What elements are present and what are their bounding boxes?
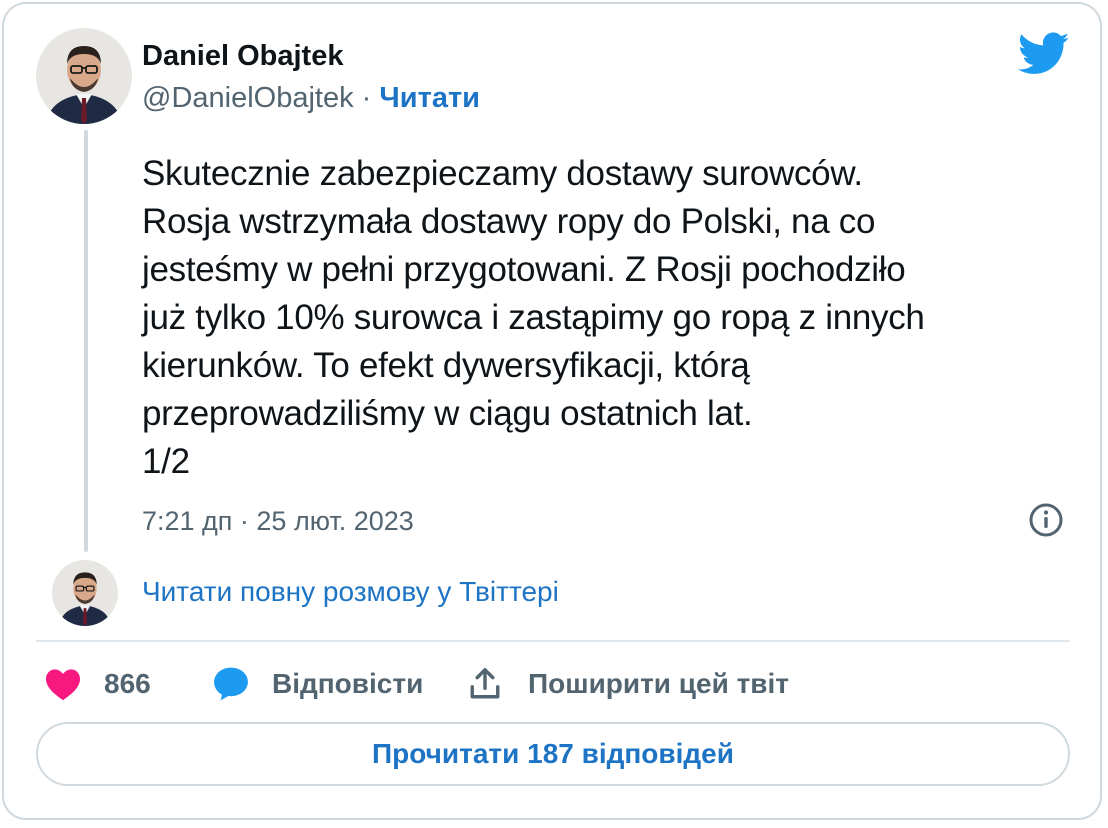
author-name[interactable]: Daniel Obajtek	[142, 40, 343, 73]
info-circle-icon[interactable]	[1028, 502, 1064, 538]
handle-separator: ·	[361, 82, 372, 114]
share-upload-icon	[470, 668, 500, 699]
handle-row: @DanielObajtek · Читати	[142, 82, 480, 115]
reply-label: Відповісти	[272, 668, 424, 699]
author-handle[interactable]: @DanielObajtek	[142, 82, 354, 114]
read-replies-button[interactable]: Прочитати 187 відповідей	[36, 722, 1070, 786]
divider	[36, 640, 1070, 642]
read-replies-label: Прочитати 187 відповідей	[372, 738, 734, 769]
read-full-conversation-link[interactable]: Читати повну розмову у Твіттері	[142, 576, 559, 608]
share-button[interactable]: Поширити цей твіт	[468, 664, 789, 704]
thread-line	[84, 130, 88, 552]
follow-link[interactable]: Читати	[379, 82, 480, 114]
twitter-bird-icon[interactable]	[1017, 32, 1070, 76]
heart-icon	[46, 669, 80, 701]
like-count: 866	[104, 668, 151, 699]
tweet-timestamp[interactable]: 7:21 дп · 25 лют. 2023	[142, 506, 414, 537]
reply-button[interactable]: Відповісти	[212, 664, 423, 704]
author-avatar[interactable]	[36, 28, 132, 124]
author-avatar-small[interactable]	[52, 560, 118, 626]
avatar-image	[36, 28, 132, 124]
tweet-text: Skutecznie zabezpieczamy dostawy surowcó…	[142, 154, 925, 481]
like-button[interactable]: 866	[44, 664, 151, 704]
share-label: Поширити цей твіт	[528, 668, 789, 699]
avatar-image	[52, 560, 118, 626]
speech-bubble-icon	[214, 667, 248, 701]
